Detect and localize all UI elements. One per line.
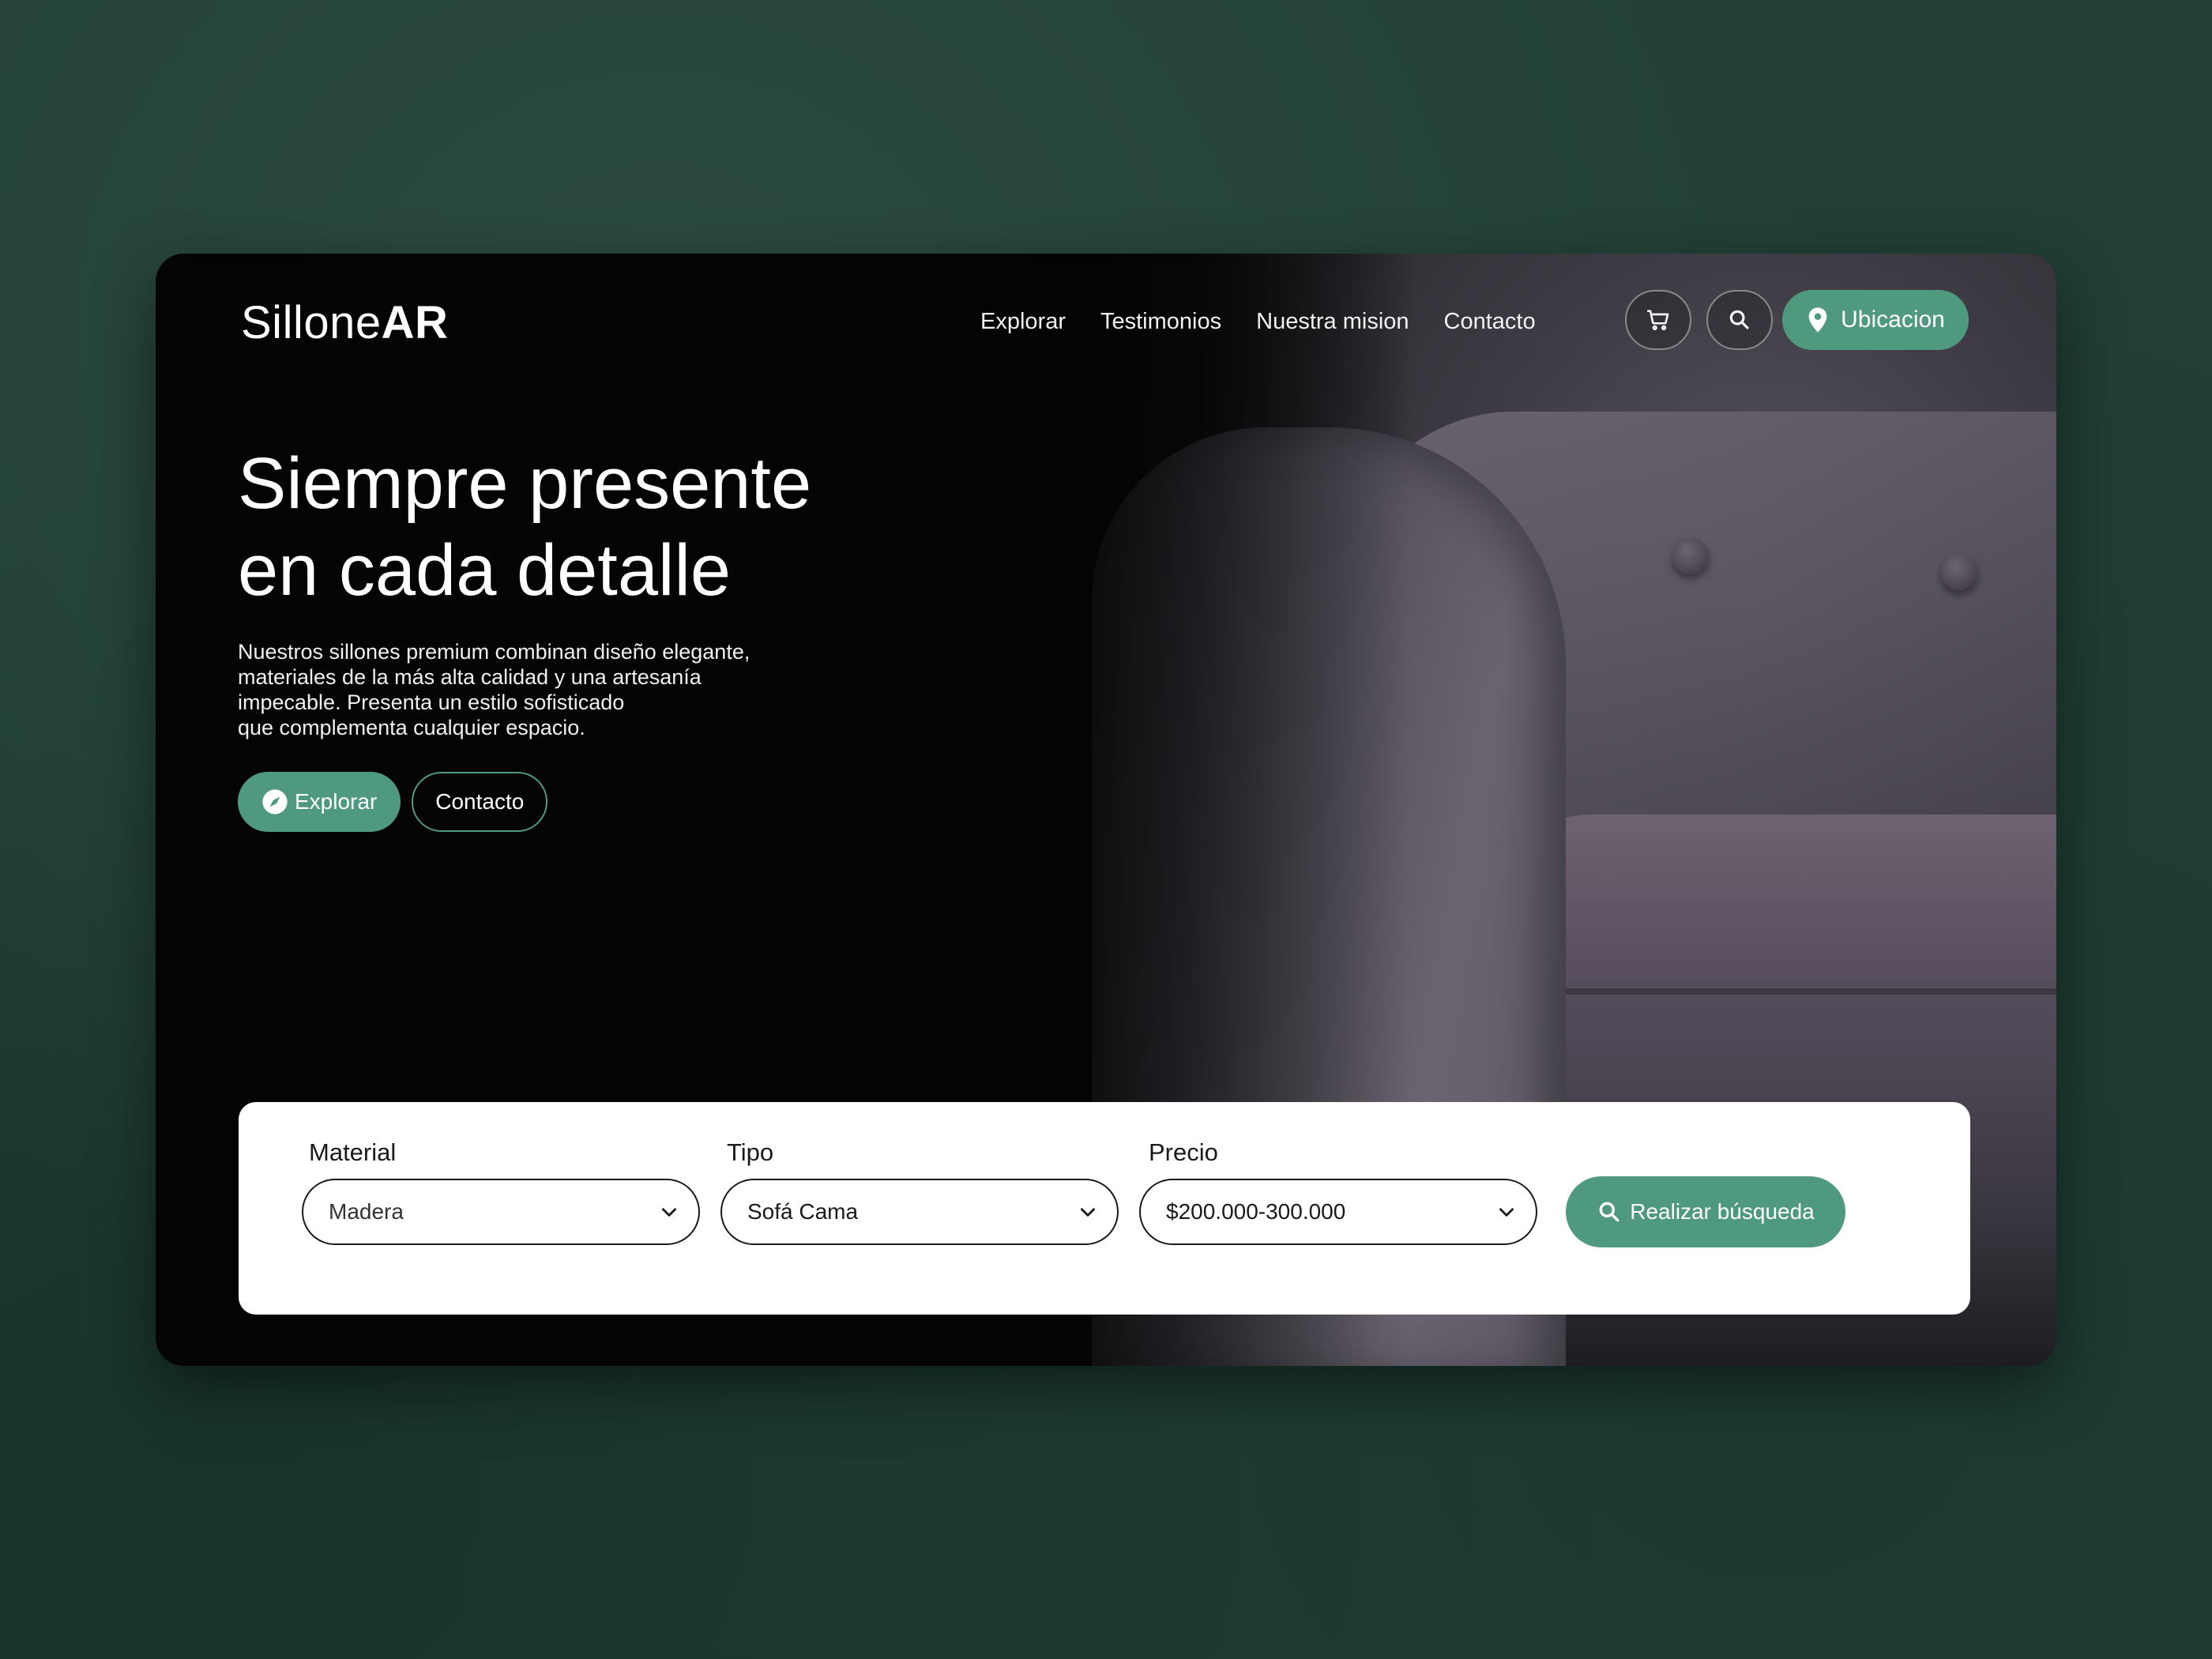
hero-title-line-2: en cada detalle	[238, 530, 732, 611]
material-select[interactable]: Madera	[302, 1179, 700, 1245]
brand-logo-regular: Sillone	[241, 297, 382, 348]
nav-link-explorar[interactable]: Explorar	[980, 309, 1066, 335]
hero-description-line: impecable. Presenta un estilo sofisticad…	[238, 690, 625, 714]
contacto-button-label: Contacto	[435, 789, 525, 814]
compass-icon	[262, 789, 288, 814]
explorar-button[interactable]: Explorar	[238, 772, 401, 832]
material-label: Material	[309, 1138, 397, 1166]
cart-icon	[1646, 310, 1669, 331]
search-icon	[1729, 310, 1749, 329]
hero-description-line: Nuestros sillones premium combinan diseñ…	[238, 640, 750, 664]
brand-logo-bold: AR	[381, 297, 449, 348]
nav-link-testimonios[interactable]: Testimonios	[1100, 309, 1221, 335]
cart-button[interactable]	[1625, 290, 1691, 350]
search-icon	[1599, 1202, 1620, 1222]
hero-cta-group: Explorar Contacto	[238, 772, 548, 832]
armchair-seam	[1499, 988, 2056, 995]
explorar-button-label: Explorar	[295, 789, 378, 814]
chevron-down-icon	[662, 1208, 676, 1217]
location-button[interactable]: Ubicacion	[1782, 290, 1969, 350]
location-button-label: Ubicacion	[1841, 307, 1945, 333]
precio-select-value: $200.000-300.000	[1166, 1199, 1346, 1224]
material-select-value: Madera	[329, 1199, 404, 1224]
main-nav: Explorar Testimonios Nuestra mision Cont…	[980, 309, 1536, 335]
armchair-tuft	[1672, 538, 1709, 574]
chevron-down-icon	[1081, 1208, 1095, 1217]
hero-description: Nuestros sillones premium combinan diseñ…	[238, 639, 838, 740]
contacto-button[interactable]: Contacto	[412, 772, 548, 832]
precio-label: Precio	[1149, 1138, 1218, 1166]
map-pin-icon	[1808, 307, 1827, 333]
hero-title-line-1: Siempre presente	[238, 443, 812, 524]
nav-link-nuestra-mision[interactable]: Nuestra mision	[1256, 309, 1409, 335]
chevron-down-icon	[1499, 1208, 1514, 1217]
armchair-tuft	[1941, 554, 1977, 590]
precio-select[interactable]: $200.000-300.000	[1139, 1179, 1537, 1245]
brand-logo[interactable]: SilloneAR	[241, 296, 448, 349]
tipo-label: Tipo	[727, 1138, 774, 1166]
tipo-select-value: Sofá Cama	[747, 1199, 859, 1224]
hero-description-line: que complementa cualquier espacio.	[238, 716, 585, 739]
hero-title: Siempre presente en cada detalle	[238, 440, 949, 614]
nav-link-contacto[interactable]: Contacto	[1444, 309, 1536, 335]
hero-description-line: materiales de la más alta calidad y una …	[238, 665, 702, 689]
search-panel: Material Madera Tipo Sofá Cama Precio $2…	[239, 1102, 1970, 1315]
realizar-busqueda-button[interactable]: Realizar búsqueda	[1566, 1176, 1845, 1247]
landing-page: SilloneAR Explorar Testimonios Nuestra m…	[156, 254, 2056, 1366]
tipo-select[interactable]: Sofá Cama	[720, 1179, 1119, 1245]
realizar-busqueda-label: Realizar búsqueda	[1630, 1199, 1815, 1224]
search-button[interactable]	[1706, 290, 1773, 350]
